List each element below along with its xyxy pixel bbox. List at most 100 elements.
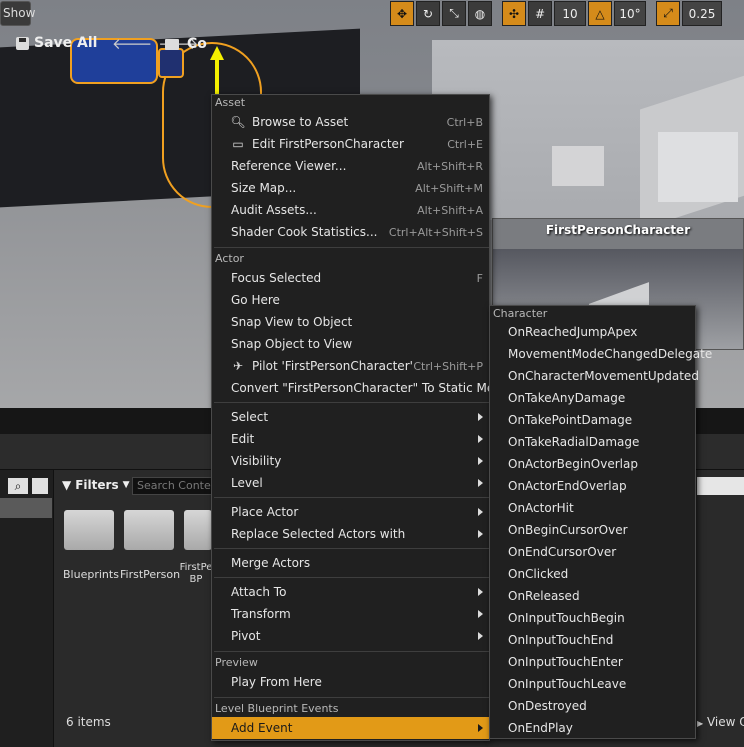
menu-add-event[interactable]: Add Event	[212, 717, 489, 739]
event-item[interactable]: OnTakeRadialDamage	[508, 431, 639, 453]
eye-icon: ▶	[697, 719, 704, 728]
menu-audit-assets[interactable]: Audit Assets... Alt+Shift+A	[212, 199, 489, 221]
menu-size-map[interactable]: Size Map... Alt+Shift+M	[212, 177, 489, 199]
submenu-arrow-icon	[478, 632, 483, 640]
event-item[interactable]: OnTakeAnyDamage	[508, 387, 625, 409]
menu-attach-to[interactable]: Attach To	[212, 581, 489, 603]
submenu-arrow-icon	[478, 435, 483, 443]
event-item[interactable]: OnInputTouchEnd	[508, 629, 613, 651]
event-item[interactable]: OnEndCursorOver	[508, 541, 616, 563]
asset-label-firstpersonbp: FirstPe BP	[179, 562, 213, 585]
menu-reference-viewer[interactable]: Reference Viewer... Alt+Shift+R	[212, 155, 489, 177]
menu-merge-actors[interactable]: Merge Actors	[212, 552, 489, 574]
sources-search-icon[interactable]: ⌕	[8, 478, 28, 494]
menu-separator	[214, 247, 489, 248]
event-item[interactable]: OnActorHit	[508, 497, 574, 519]
folder-tile-firstpersonbp[interactable]	[184, 510, 212, 550]
magnifier-icon: 🔍︎	[230, 115, 246, 129]
submenu-arrow-icon	[478, 610, 483, 618]
rotate-mode-icon[interactable]: ↻	[416, 1, 440, 26]
search-input[interactable]: Search Content	[132, 477, 212, 495]
folder-tile-blueprints[interactable]	[64, 510, 114, 550]
scale-snap-icon[interactable]: ⤢	[656, 1, 680, 26]
grid-snap-value[interactable]: 10	[554, 1, 586, 26]
rotation-snap-icon[interactable]: △	[588, 1, 612, 26]
chevron-down-icon: ▼	[122, 480, 130, 490]
translate-mode-icon[interactable]: ✥	[390, 1, 414, 26]
asset-label-blueprints: Blueprints	[63, 568, 119, 581]
save-all-label: Save All	[34, 35, 98, 51]
path-breadcrumb[interactable]: Co	[165, 36, 207, 52]
section-actor: Actor	[215, 252, 244, 265]
menu-level[interactable]: Level	[212, 472, 489, 494]
submenu-arrow-icon	[478, 530, 483, 538]
viewport-toolbar: ✥ ↻ ⤡ ◍ ✣ # 10 △ 10° ⤢ 0.25	[390, 1, 722, 27]
asset-label-firstperson: FirstPerson	[120, 568, 181, 581]
event-item[interactable]: OnActorEndOverlap	[508, 475, 627, 497]
airplane-icon: ✈	[232, 359, 244, 373]
event-item[interactable]: OnDestroyed	[508, 695, 587, 717]
section-level-blueprint-events: Level Blueprint Events	[215, 702, 339, 715]
item-count: 6 items	[66, 715, 111, 729]
viewport-cube-large	[658, 132, 738, 202]
menu-focus-selected[interactable]: Focus Selected F	[212, 267, 489, 289]
back-arrow-icon[interactable]: 🡐	[112, 34, 152, 53]
event-item[interactable]: OnReleased	[508, 585, 580, 607]
event-item[interactable]: MovementModeChangedDelegate	[508, 343, 712, 365]
section-character: Character	[493, 307, 548, 320]
event-item[interactable]: OnBeginCursorOver	[508, 519, 628, 541]
event-item[interactable]: OnInputTouchLeave	[508, 673, 626, 695]
view-options-button[interactable]: ▶ View O	[697, 715, 744, 729]
menu-pilot[interactable]: ✈ Pilot 'FirstPersonCharacter' Ctrl+Shif…	[212, 355, 489, 377]
menu-pivot[interactable]: Pivot	[212, 625, 489, 647]
event-item[interactable]: OnInputTouchBegin	[508, 607, 625, 629]
show-menu-button[interactable]: Show	[0, 1, 35, 26]
event-item[interactable]: OnInputTouchEnter	[508, 651, 623, 673]
menu-place-actor[interactable]: Place Actor	[212, 501, 489, 523]
surface-snap-icon[interactable]: ✣	[502, 1, 526, 26]
event-item[interactable]: OnReachedJumpApex	[508, 321, 637, 343]
filters-button[interactable]: ▼ Filters ▼	[62, 478, 130, 492]
scale-snap-value[interactable]: 0.25	[682, 1, 722, 26]
menu-select[interactable]: Select	[212, 406, 489, 428]
menu-snap-object-to-view[interactable]: Snap Object to View	[212, 333, 489, 355]
grid-snap-icon[interactable]: #	[528, 1, 552, 26]
search-field-right[interactable]	[697, 477, 744, 495]
menu-separator	[214, 651, 489, 652]
menu-separator	[214, 548, 489, 549]
menu-separator	[214, 497, 489, 498]
book-icon: ▭	[232, 137, 244, 151]
submenu-arrow-icon	[478, 508, 483, 516]
menu-edit[interactable]: Edit	[212, 428, 489, 450]
menu-play-from-here[interactable]: Play From Here	[212, 671, 489, 693]
save-all-button[interactable]: Save All	[16, 35, 97, 51]
menu-edit-asset[interactable]: ▭ Edit FirstPersonCharacter Ctrl+E	[212, 133, 489, 155]
scale-mode-icon[interactable]: ⤡	[442, 1, 466, 26]
menu-convert-to-static-mesh[interactable]: Convert "FirstPersonCharacter" To Static…	[212, 377, 508, 399]
section-asset: Asset	[215, 96, 246, 109]
menu-snap-view-to-object[interactable]: Snap View to Object	[212, 311, 489, 333]
menu-visibility[interactable]: Visibility	[212, 450, 489, 472]
menu-go-here[interactable]: Go Here	[212, 289, 489, 311]
filter-funnel-icon: ▼	[62, 478, 72, 492]
event-item[interactable]: OnCharacterMovementUpdated	[508, 365, 699, 387]
event-item[interactable]: OnEndPlay	[508, 717, 573, 739]
folder-tile-firstperson[interactable]	[124, 510, 174, 550]
camera-preview-title: FirstPersonCharacter	[545, 223, 691, 237]
transform-gizmo-shaft[interactable]	[215, 58, 219, 96]
menu-shader-cook-statistics[interactable]: Shader Cook Statistics... Ctrl+Alt+Shift…	[212, 221, 489, 243]
add-event-submenu: Character OnReachedJumpApex MovementMode…	[489, 305, 712, 739]
event-item[interactable]: OnActorBeginOverlap	[508, 453, 638, 475]
menu-separator	[214, 577, 489, 578]
event-item[interactable]: OnTakePointDamage	[508, 409, 632, 431]
menu-transform[interactable]: Transform	[212, 603, 489, 625]
sources-selected-row[interactable]	[0, 498, 52, 518]
folder-icon	[165, 38, 179, 50]
menu-replace-selected-actors[interactable]: Replace Selected Actors with	[212, 523, 489, 545]
sources-list-icon[interactable]	[32, 478, 48, 494]
world-local-icon[interactable]: ◍	[468, 1, 492, 26]
submenu-arrow-icon	[478, 413, 483, 421]
menu-browse-to-asset[interactable]: 🔍︎ Browse to Asset Ctrl+B	[212, 111, 489, 133]
event-item[interactable]: OnClicked	[508, 563, 568, 585]
rotation-snap-value[interactable]: 10°	[614, 1, 646, 26]
